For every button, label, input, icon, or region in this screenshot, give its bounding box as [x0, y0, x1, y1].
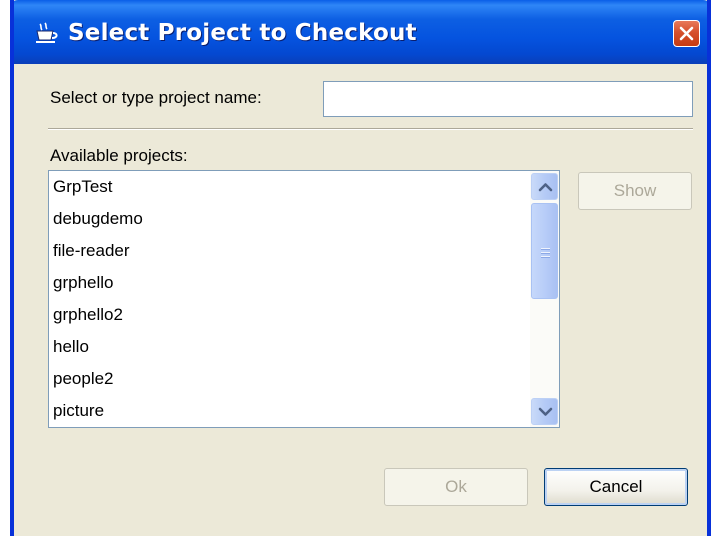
project-list: GrpTest debugdemo file-reader grphello g…	[49, 171, 531, 427]
window-title: Select Project to Checkout	[68, 20, 417, 46]
dialog-window: Select Project to Checkout Select or typ…	[10, 0, 711, 536]
chevron-down-icon	[538, 407, 553, 416]
show-button[interactable]: Show	[578, 172, 692, 210]
separator	[48, 128, 693, 130]
list-item[interactable]: grphello2	[49, 299, 531, 331]
list-item[interactable]: picture	[49, 395, 531, 427]
project-name-label: Select or type project name:	[50, 88, 262, 107]
chevron-up-icon	[538, 183, 553, 192]
ok-button[interactable]: Ok	[384, 468, 528, 506]
close-icon	[679, 26, 694, 41]
scroll-down-button[interactable]	[531, 398, 558, 425]
available-projects-label: Available projects:	[50, 146, 188, 165]
list-item[interactable]: file-reader	[49, 235, 531, 267]
project-name-input[interactable]	[323, 81, 693, 117]
list-item[interactable]: debugdemo	[49, 203, 531, 235]
list-item[interactable]: hello	[49, 331, 531, 363]
list-item[interactable]: grphello	[49, 267, 531, 299]
projects-listbox[interactable]: GrpTest debugdemo file-reader grphello g…	[48, 170, 560, 428]
list-item[interactable]: people2	[49, 363, 531, 395]
scroll-up-button[interactable]	[531, 173, 558, 200]
title-bar[interactable]: Select Project to Checkout	[14, 0, 707, 64]
vertical-scrollbar[interactable]	[530, 171, 559, 427]
cancel-button[interactable]: Cancel	[544, 468, 688, 506]
coffee-cup-icon	[34, 22, 60, 44]
list-item[interactable]: GrpTest	[49, 171, 531, 203]
scrollbar-thumb[interactable]	[531, 203, 558, 299]
close-button[interactable]	[673, 20, 700, 47]
grip-icon	[541, 248, 550, 260]
